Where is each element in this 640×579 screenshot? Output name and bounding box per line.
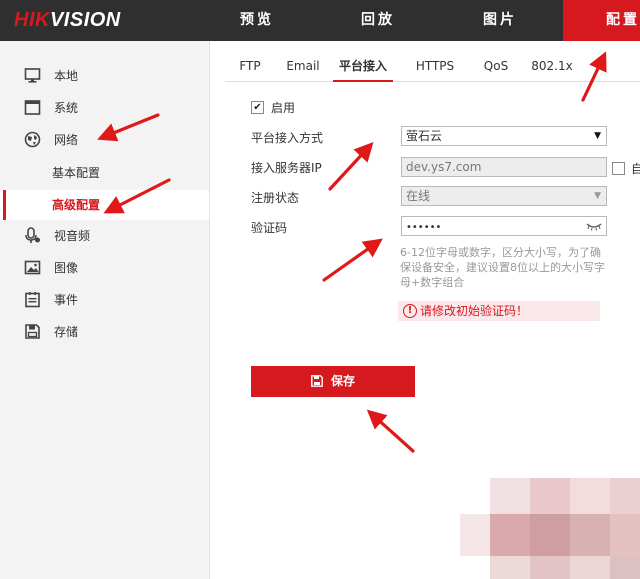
access-mode-value: 萤石云 <box>406 129 443 143</box>
warning-icon: ! <box>403 304 417 318</box>
register-status-label: 注册状态 <box>251 191 300 205</box>
hikvision-logo: HIKVISION <box>14 9 121 31</box>
tab-ftp[interactable]: FTP <box>233 51 267 81</box>
nav-picture[interactable]: 图片 <box>440 0 560 41</box>
register-status-select[interactable]: 在线 ▼ <box>401 186 607 206</box>
sidebar-item-label: 系统 <box>54 101 79 115</box>
disk-icon <box>25 324 40 339</box>
config-tabs: FTP Email 平台接入 HTTPS QoS 802.1x <box>225 51 640 82</box>
sidebar-subitem-advanced-config[interactable]: 高级配置 <box>0 190 209 220</box>
sidebar: 本地 系统 网络 基本配置 高级配置 视音频 图像 事件 存储 <box>0 41 210 579</box>
image-icon <box>24 260 41 275</box>
sidebar-item-label: 事件 <box>54 293 79 307</box>
verification-code-input[interactable]: •••••• <box>401 216 607 236</box>
sidebar-item-system[interactable]: 系统 <box>0 93 209 123</box>
sidebar-item-label: 图像 <box>54 261 79 275</box>
tab-8021x[interactable]: 802.1x <box>530 51 574 81</box>
sidebar-item-label: 网络 <box>54 133 79 147</box>
access-mode-select[interactable]: 萤石云 ▼ <box>401 126 607 146</box>
sidebar-item-label: 本地 <box>54 69 79 83</box>
nav-config[interactable]: 配置 <box>563 0 640 41</box>
mosaic-blur <box>460 478 640 579</box>
enable-checkbox[interactable]: ✔ <box>251 101 264 114</box>
warning-banner: ! 请修改初始验证码！ <box>398 301 600 321</box>
custom-server-label: 自 <box>631 162 640 176</box>
enable-label: 启用 <box>271 101 296 115</box>
subitem-label: 基本配置 <box>52 166 101 180</box>
sidebar-subitem-basic-config[interactable]: 基本配置 <box>0 158 209 188</box>
server-ip-input[interactable]: dev.ys7.com <box>401 157 607 177</box>
sidebar-item-image[interactable]: 图像 <box>0 253 209 283</box>
microphone-icon <box>25 227 40 243</box>
dropdown-arrow-icon: ▼ <box>594 131 601 141</box>
custom-server-checkbox[interactable] <box>612 162 625 175</box>
top-bar: HIKVISION 预览 回放 图片 配置 <box>0 0 640 41</box>
save-disk-icon <box>311 375 323 387</box>
sidebar-item-video-audio[interactable]: 视音频 <box>0 221 209 251</box>
sidebar-item-event[interactable]: 事件 <box>0 285 209 315</box>
system-window-icon <box>24 100 41 115</box>
sidebar-item-network[interactable]: 网络 <box>0 125 209 155</box>
warning-text: 请修改初始验证码！ <box>420 304 529 318</box>
save-label: 保存 <box>330 374 355 388</box>
nav-playback[interactable]: 回放 <box>318 0 438 41</box>
sidebar-item-label: 视音频 <box>54 229 91 243</box>
hide-password-eye-icon[interactable] <box>586 221 602 231</box>
save-button[interactable]: 保存 <box>251 366 415 397</box>
sidebar-item-storage[interactable]: 存储 <box>0 317 209 347</box>
tab-https[interactable]: HTTPS <box>413 51 457 81</box>
tab-qos[interactable]: QoS <box>480 51 512 81</box>
server-ip-label: 接入服务器IP <box>251 161 322 175</box>
tab-platform-access[interactable]: 平台接入 <box>333 51 393 82</box>
monitor-icon <box>24 68 41 83</box>
verification-code-value: •••••• <box>406 222 442 233</box>
tab-email[interactable]: Email <box>283 51 323 81</box>
nav-preview[interactable]: 预览 <box>197 0 317 41</box>
sidebar-item-label: 存储 <box>54 325 79 339</box>
verification-code-hint: 6-12位字母或数字，区分大小写，为了确保设备安全，建议设置8位以上的大小写字母… <box>400 246 605 289</box>
register-status-value: 在线 <box>406 189 431 203</box>
dropdown-arrow-icon: ▼ <box>594 191 601 201</box>
event-list-icon <box>25 292 40 308</box>
subitem-label: 高级配置 <box>52 198 101 212</box>
sidebar-item-local[interactable]: 本地 <box>0 61 209 91</box>
globe-icon <box>24 131 41 148</box>
verification-code-label: 验证码 <box>251 221 288 235</box>
access-mode-label: 平台接入方式 <box>251 131 324 145</box>
